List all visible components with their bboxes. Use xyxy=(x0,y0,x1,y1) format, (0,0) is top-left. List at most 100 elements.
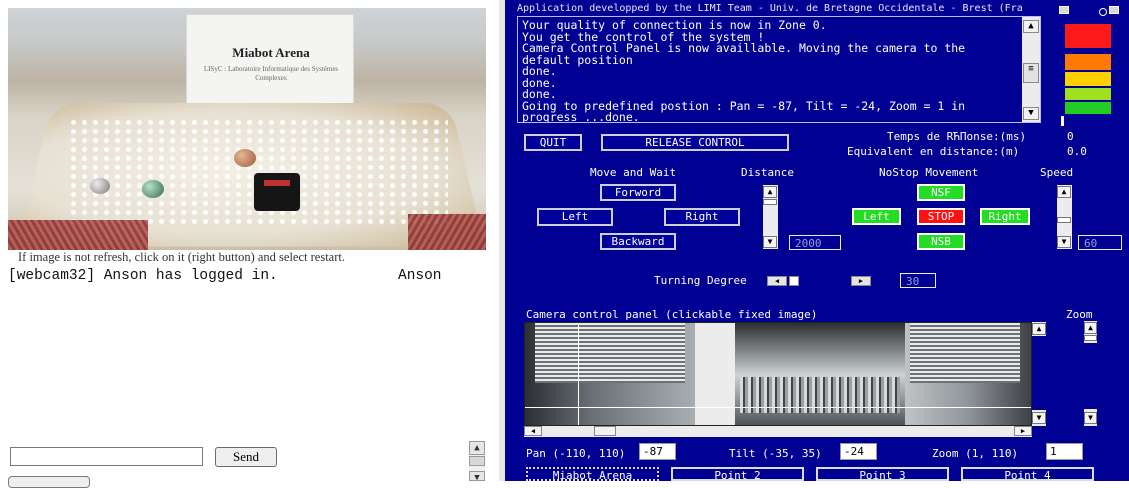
miabot-robot xyxy=(254,173,300,211)
meter-bar-red xyxy=(1065,24,1111,48)
tilt-label: Tilt (-35, 35) xyxy=(729,447,822,460)
speed-field[interactable]: 60 xyxy=(1078,235,1122,250)
chat-input[interactable] xyxy=(10,447,203,466)
chevron-up-icon[interactable]: ▲ xyxy=(1084,322,1097,334)
stop-button[interactable]: STOP xyxy=(917,208,965,225)
status-log-text: Your quality of connection is now in Zon… xyxy=(522,18,966,123)
chevron-up-icon[interactable]: ▲ xyxy=(1032,323,1046,335)
release-control-button[interactable]: RELEASE CONTROL xyxy=(601,134,789,151)
chevron-down-icon[interactable]: ▼ xyxy=(1084,412,1097,424)
camera-panorama[interactable] xyxy=(524,322,1032,426)
nostop-movement-heading: NoStop Movement xyxy=(879,166,979,179)
turning-degree-field[interactable]: 30 xyxy=(900,273,936,288)
scroll-up-icon[interactable]: ▲ xyxy=(1023,20,1039,33)
distance-field[interactable]: 2000 xyxy=(789,235,841,250)
chevron-up-icon[interactable]: ▲ xyxy=(763,186,777,198)
meter-bar-yellow xyxy=(1065,72,1111,86)
backward-button[interactable]: Backward xyxy=(600,233,676,250)
control-panel: Application developped by the LIMI Team … xyxy=(505,0,1129,482)
left-panel: Miabot Arena LISyC : Laboratoire Informa… xyxy=(0,0,505,488)
slider-track[interactable] xyxy=(1084,343,1097,409)
chevron-up-icon[interactable]: ▲ xyxy=(1057,186,1071,198)
speed-heading: Speed xyxy=(1040,166,1074,179)
meter-window-icon[interactable] xyxy=(1059,6,1069,14)
status-log: Your quality of connection is now in Zon… xyxy=(517,16,1041,123)
chevron-right-icon[interactable]: ▶ xyxy=(1014,426,1032,436)
send-button[interactable]: Send xyxy=(215,447,277,467)
nostop-left-button[interactable]: Left xyxy=(852,208,901,225)
chat-message: [webcam32] Anson has logged in. xyxy=(8,268,278,284)
panorama-blinds xyxy=(535,323,685,383)
decoration xyxy=(408,214,486,250)
tilt-scrollbar[interactable]: ▲ ▼ xyxy=(1032,322,1046,426)
meter-dot-icon xyxy=(1099,8,1107,16)
meter-needle xyxy=(1061,116,1064,126)
connection-meter xyxy=(1059,6,1125,128)
meter-bar-green xyxy=(1065,102,1111,114)
nsf-button[interactable]: NSF xyxy=(917,184,965,201)
chevron-down-icon[interactable]: ▼ xyxy=(763,236,777,248)
speed-slider[interactable]: ▲ ▼ xyxy=(1057,185,1072,249)
turning-degree-label: Turning Degree xyxy=(654,274,747,287)
scroll-thumb[interactable]: ≡ xyxy=(1023,63,1039,83)
webcam-view[interactable]: Miabot Arena LISyC : Laboratoire Informa… xyxy=(8,8,486,250)
distance-slider[interactable]: ▲ ▼ xyxy=(763,185,778,249)
chevron-down-icon[interactable]: ▼ xyxy=(1032,412,1046,424)
zoom-slider[interactable]: ▲ ▼ xyxy=(1084,321,1097,426)
scroll-down-icon[interactable]: ▼ xyxy=(469,471,485,483)
scroll-thumb[interactable] xyxy=(594,426,616,436)
chevron-left-icon[interactable]: ◀ xyxy=(524,426,542,436)
nostop-right-button[interactable]: Right xyxy=(980,208,1030,225)
panorama-wall xyxy=(695,323,735,425)
preset-point-2-button[interactable]: Point 2 xyxy=(671,467,804,482)
slider-thumb[interactable] xyxy=(789,276,799,286)
chat-user-name: Anson xyxy=(398,268,442,284)
right-button[interactable]: Right xyxy=(664,208,740,226)
slider-thumb[interactable] xyxy=(1057,217,1071,223)
scroll-down-icon[interactable]: ▼ xyxy=(1023,107,1039,120)
tilt-field[interactable]: -24 xyxy=(840,443,877,460)
arena-sign-subtitle: LISyC : Laboratoire Informatique des Sys… xyxy=(203,65,339,82)
pan-scrollbar[interactable]: ◀ ▶ xyxy=(524,426,1032,437)
panorama-blinds xyxy=(910,323,1020,383)
scroll-thumb[interactable] xyxy=(469,456,485,466)
arena-ball xyxy=(234,149,256,167)
arena-ball xyxy=(142,180,164,198)
preset-point-4-button[interactable]: Point 4 xyxy=(961,467,1094,482)
response-time-value: 0 xyxy=(1067,130,1074,143)
slider-thumb[interactable] xyxy=(1084,335,1097,341)
crosshair-horizontal xyxy=(525,407,1031,408)
app-title: Application developped by the LIMI Team … xyxy=(517,3,1023,14)
scroll-up-icon[interactable]: ▲ xyxy=(469,441,485,455)
quit-button[interactable]: QUIT xyxy=(524,134,582,151)
chevron-right-icon[interactable]: ▶ xyxy=(851,276,871,286)
status-log-scrollbar[interactable]: ▲ ≡ ▼ xyxy=(1022,17,1040,122)
nsb-button[interactable]: NSB xyxy=(917,233,965,250)
meter-window-icon[interactable] xyxy=(1109,6,1119,14)
preset-miabot-arena-button[interactable]: Miabot Arena xyxy=(526,467,659,482)
camera-panel-heading: Camera control panel (clickable fixed im… xyxy=(526,308,818,321)
preset-point-3-button[interactable]: Point 3 xyxy=(816,467,949,482)
pan-field[interactable]: -87 xyxy=(639,443,676,460)
arena-sign-title: Miabot Arena xyxy=(232,45,310,60)
zoom-field[interactable]: 1 xyxy=(1046,443,1083,460)
chevron-down-icon[interactable]: ▼ xyxy=(1057,236,1071,248)
meter-bar-orange xyxy=(1065,54,1111,70)
crosshair-vertical xyxy=(578,323,579,425)
turning-degree-slider[interactable]: ◀ ▶ xyxy=(767,276,891,286)
zoom-heading: Zoom xyxy=(1066,308,1093,321)
scroll-track[interactable] xyxy=(1032,336,1046,410)
zoom-range-label: Zoom (1, 110) xyxy=(932,447,1019,460)
chevron-left-icon[interactable]: ◀ xyxy=(767,276,787,286)
arena-ball xyxy=(90,178,110,194)
forward-button[interactable]: Forword xyxy=(600,184,676,201)
chat-log: [webcam32] Anson has logged in. Anson xyxy=(8,266,464,438)
distance-equivalent-value: 0.0 xyxy=(1067,145,1087,158)
distance-equivalent-label: Equivalent en distance:(m) xyxy=(847,145,1020,158)
chat-scrollbar[interactable]: ▲ ▼ xyxy=(469,441,485,483)
slider-thumb[interactable] xyxy=(763,199,777,205)
left-button[interactable]: Left xyxy=(537,208,613,226)
secondary-button[interactable] xyxy=(8,476,90,488)
refresh-hint: If image is not refresh, click on it (ri… xyxy=(18,250,345,264)
slider-track[interactable] xyxy=(801,276,849,286)
